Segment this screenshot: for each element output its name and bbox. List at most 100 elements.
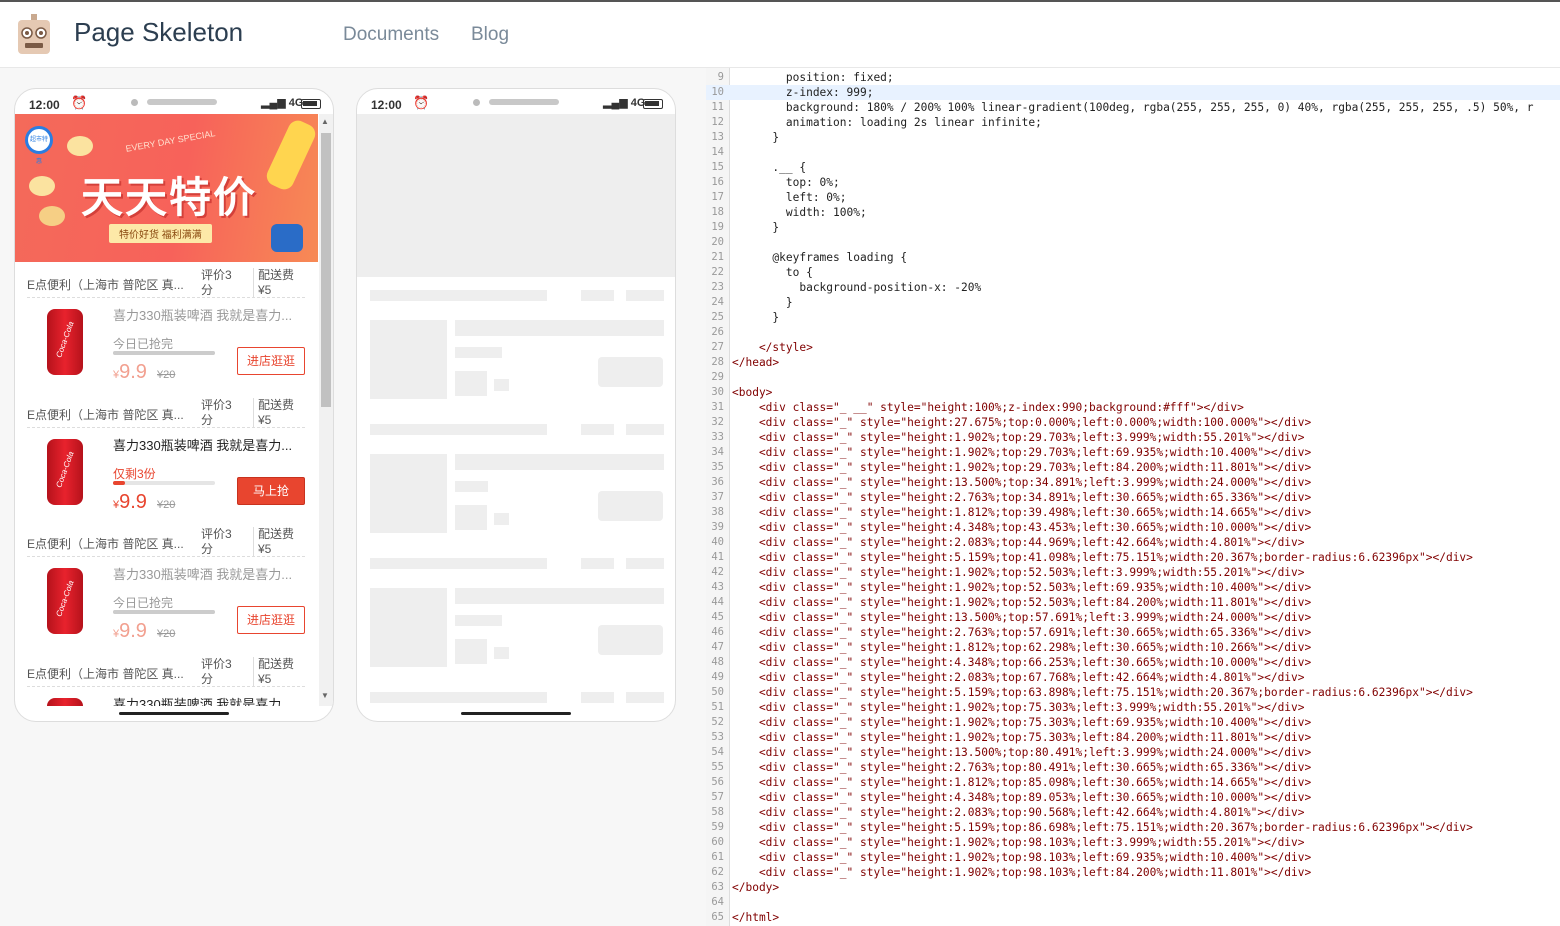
code-line[interactable]: 56 <div class="_" style="height:1.812%;t… [706,775,1560,790]
code-line[interactable]: 12 animation: loading 2s linear infinite… [706,115,1560,130]
code-line[interactable]: 62 <div class="_" style="height:1.902%;t… [706,865,1560,880]
code-line[interactable]: 9 position: fixed; [706,70,1560,85]
store-row[interactable]: E点便利（上海市 普陀区 真... 评价3分 配送费¥5 [27,523,305,557]
product-item[interactable]: 喜力330瓶装啤酒 我就是喜力... 仅剩3份 ¥9.9 ¥20 马上抢 [27,431,307,527]
line-text: } [732,221,780,234]
code-line[interactable]: 31 <div class="_ __" style="height:100%;… [706,400,1560,415]
code-line[interactable]: 44 <div class="_" style="height:1.902%;t… [706,595,1560,610]
scroll-up-arrow-icon[interactable]: ▲ [321,117,329,126]
code-line[interactable]: 61 <div class="_" style="height:1.902%;t… [706,850,1560,865]
code-line[interactable]: 65 </html> [706,910,1560,925]
code-line[interactable]: 46 <div class="_" style="height:2.763%;t… [706,625,1560,640]
code-line[interactable]: 38 <div class="_" style="height:1.812%;t… [706,505,1560,520]
code-line[interactable]: 32 <div class="_" style="height:27.675%;… [706,415,1560,430]
code-line[interactable]: 42 <div class="_" style="height:1.902%;t… [706,565,1560,580]
store-row[interactable]: E点便利（上海市 普陀区 真... 评价3分 配送费¥5 [27,653,305,687]
code-line[interactable]: 45 <div class="_" style="height:13.500%;… [706,610,1560,625]
skeleton-block [494,647,509,659]
nav-documents[interactable]: Documents [343,24,439,46]
code-line[interactable]: 51 <div class="_" style="height:1.902%;t… [706,700,1560,715]
code-line[interactable]: 39 <div class="_" style="height:4.348%;t… [706,520,1560,535]
line-number: 23 [711,281,724,293]
line-number: 42 [711,566,724,578]
code-line[interactable]: 19 } [706,220,1560,235]
code-line[interactable]: 55 <div class="_" style="height:2.763%;t… [706,760,1560,775]
scroll-down-arrow-icon[interactable]: ▼ [321,691,329,700]
line-number: 61 [711,851,724,863]
code-line[interactable]: 36 <div class="_" style="height:13.500%;… [706,475,1560,490]
code-line[interactable]: 54 <div class="_" style="height:13.500%;… [706,745,1560,760]
brand-title[interactable]: Page Skeleton [74,17,243,48]
code-line[interactable]: 37 <div class="_" style="height:2.763%;t… [706,490,1560,505]
code-line[interactable]: 60 <div class="_" style="height:1.902%;t… [706,835,1560,850]
product-state: 今日已抢完 [113,596,174,610]
code-line[interactable]: 24 } [706,295,1560,310]
code-line[interactable]: 63 </body> [706,880,1560,895]
line-text: <div class="_" style="height:1.902%;top:… [732,581,1312,594]
code-line[interactable]: 47 <div class="_" style="height:1.812%;t… [706,640,1560,655]
code-line[interactable]: 59 <div class="_" style="height:5.159%;t… [706,820,1560,835]
status-time: 12:00 [29,98,60,112]
store-fee: 配送费¥5 [253,657,301,687]
code-line[interactable]: 48 <div class="_" style="height:4.348%;t… [706,655,1560,670]
code-line[interactable]: 64 [706,895,1560,910]
visit-store-button[interactable]: 进店逛逛 [237,606,305,634]
visit-store-button[interactable]: 进店逛逛 [237,347,305,375]
line-number: 28 [711,356,724,368]
code-line[interactable]: 27 </style> [706,340,1560,355]
scrollbar-thumb[interactable] [321,133,331,407]
code-line[interactable]: 57 <div class="_" style="height:4.348%;t… [706,790,1560,805]
code-line[interactable]: 43 <div class="_" style="height:1.902%;t… [706,580,1560,595]
line-number: 46 [711,626,724,638]
line-text: <div class="_" style="height:13.500%;top… [732,611,1312,624]
code-line[interactable]: 15 .__ { [706,160,1560,175]
line-text: position: fixed; [732,71,894,84]
code-line[interactable]: 30 <body> [706,385,1560,400]
code-line[interactable]: 34 <div class="_" style="height:1.902%;t… [706,445,1560,460]
code-line[interactable]: 49 <div class="_" style="height:2.083%;t… [706,670,1560,685]
code-line[interactable]: 23 background-position-x: -20% [706,280,1560,295]
code-editor[interactable]: 9 position: fixed; 10 z-index: 999; 11 bac… [706,68,1560,926]
code-line[interactable]: 29 [706,370,1560,385]
code-line[interactable]: 53 <div class="_" style="height:1.902%;t… [706,730,1560,745]
nav-blog[interactable]: Blog [471,24,509,46]
product-item[interactable]: 喜力330瓶装啤酒 我就是喜力 [27,690,307,706]
code-line[interactable]: 40 <div class="_" style="height:2.083%;t… [706,535,1560,550]
code-line[interactable]: 17 left: 0%; [706,190,1560,205]
line-text: <div class="_" style="height:2.763%;top:… [732,761,1312,774]
code-line[interactable]: 52 <div class="_" style="height:1.902%;t… [706,715,1560,730]
store-row[interactable]: E点便利（上海市 普陀区 真... 评价3分 配送费¥5 [27,264,305,298]
code-line[interactable]: 21 @keyframes loading { [706,250,1560,265]
code-line[interactable]: 22 to { [706,265,1560,280]
line-number: 31 [711,401,724,413]
product-old-price: ¥20 [157,628,176,640]
code-line[interactable]: 33 <div class="_" style="height:1.902%;t… [706,430,1560,445]
skeleton-block [455,505,487,530]
code-line[interactable]: 13 } [706,130,1560,145]
code-line[interactable]: 18 width: 100%; [706,205,1560,220]
store-row[interactable]: E点便利（上海市 普陀区 真... 评价3分 配送费¥5 [27,394,305,428]
promo-banner[interactable]: 超市特惠 EVERY DAY SPECIAL 天天特价 特价好货 福利满满 [15,114,318,262]
code-line[interactable]: 41 <div class="_" style="height:5.159%;t… [706,550,1560,565]
code-line[interactable]: 28 </head> [706,355,1560,370]
stock-progress-fill [113,610,215,614]
code-line[interactable]: 50 <div class="_" style="height:5.159%;t… [706,685,1560,700]
product-item[interactable]: 喜力330瓶装啤酒 我就是喜力... 今日已抢完 ¥9.9 ¥20 进店逛逛 [27,301,307,397]
code-line[interactable]: 35 <div class="_" style="height:1.902%;t… [706,460,1560,475]
product-item[interactable]: 喜力330瓶装啤酒 我就是喜力... 今日已抢完 ¥9.9 ¥20 进店逛逛 [27,560,307,656]
line-text: left: 0%; [732,191,847,204]
line-number: 17 [711,191,724,203]
robot-logo-icon[interactable] [16,14,52,56]
code-line[interactable]: 58 <div class="_" style="height:2.083%;t… [706,805,1560,820]
code-line[interactable]: 14 [706,145,1560,160]
code-line[interactable]: 26 [706,325,1560,340]
line-text: top: 0%; [732,176,840,189]
code-line[interactable]: 20 [706,235,1560,250]
product-price: ¥9.9 [113,361,147,383]
grab-now-button[interactable]: 马上抢 [237,477,305,505]
code-line[interactable]: 25 } [706,310,1560,325]
skeleton-block [370,424,547,435]
code-line[interactable]: 10 z-index: 999; [706,85,1560,100]
code-line[interactable]: 11 background: 180% / 200% 100% linear-g… [706,100,1560,115]
code-line[interactable]: 16 top: 0%; [706,175,1560,190]
